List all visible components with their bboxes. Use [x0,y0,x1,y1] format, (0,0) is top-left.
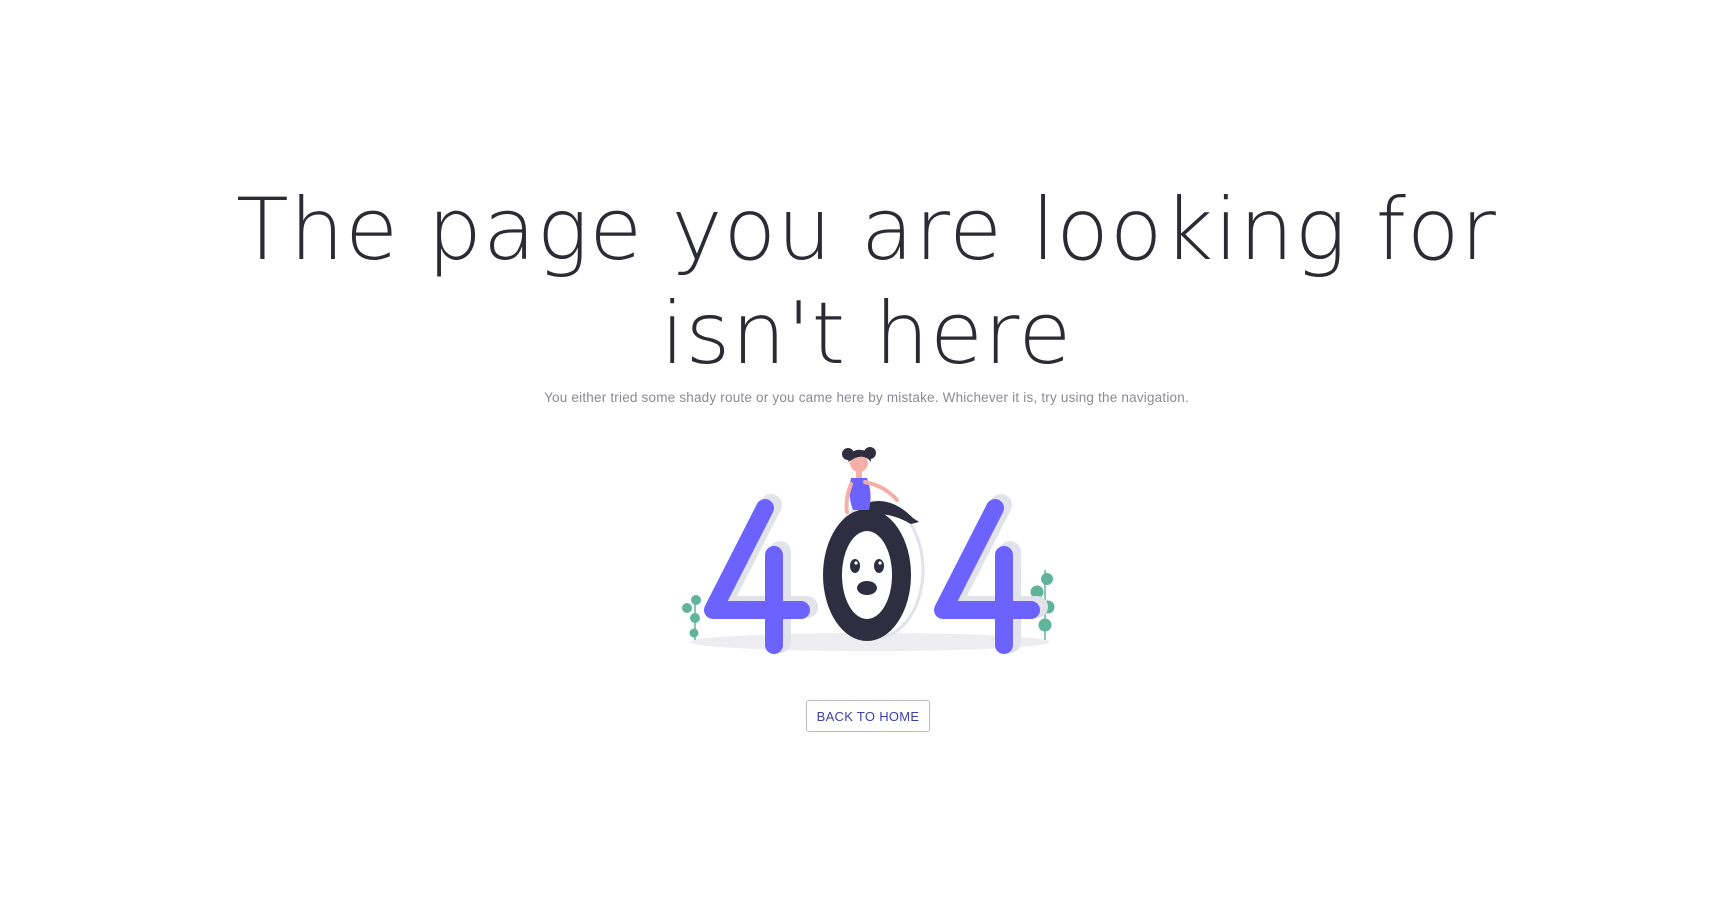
page-title: The page you are looking for isn't here [0,178,1733,386]
digit-zero-face [823,509,911,641]
error-page: The page you are looking for isn't here … [0,0,1733,905]
back-to-home-button[interactable]: BACK TO HOME [806,700,930,732]
error-message: You either tried some shady route or you… [544,390,1189,405]
page-title-line-2: isn't here [660,284,1073,384]
404-illustration [675,440,1065,662]
page-title-line-1: The page you are looking for [236,180,1497,280]
404-illustration-svg [682,447,1055,654]
left-plant-icon [682,595,701,640]
